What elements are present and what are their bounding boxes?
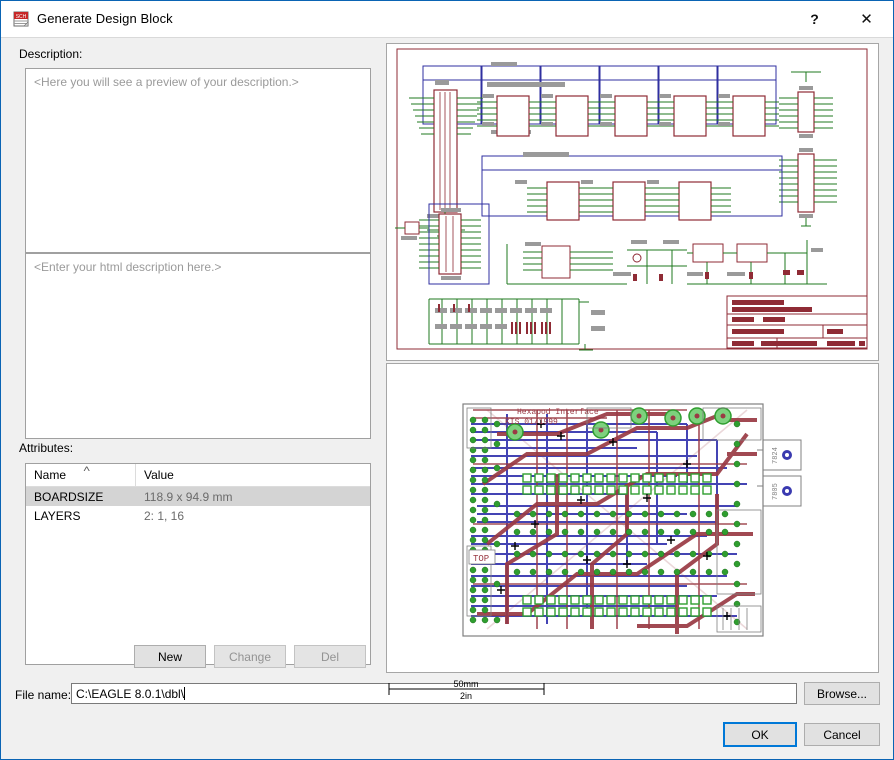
- attribute-value: 2: 1, 16: [136, 509, 370, 523]
- change-attribute-button[interactable]: Change: [214, 645, 286, 668]
- schematic-preview: [386, 43, 879, 361]
- sch-document-icon: SCH: [13, 11, 30, 28]
- column-header-name[interactable]: Name ˄: [26, 464, 136, 486]
- column-header-name-label: Name: [34, 468, 66, 482]
- attribute-name: LAYERS: [26, 509, 136, 523]
- new-attribute-button[interactable]: New: [134, 645, 206, 668]
- svg-text:SCH: SCH: [16, 14, 27, 20]
- browse-button[interactable]: Browse...: [804, 682, 880, 705]
- attribute-value: 118.9 x 94.9 mm: [136, 490, 370, 504]
- attributes-label: Attributes:: [19, 441, 73, 455]
- board-silk-revision: KIS 01/1999: [505, 418, 558, 427]
- sort-ascending-icon: ˄: [83, 464, 90, 474]
- column-header-value[interactable]: Value: [136, 464, 370, 486]
- dialog-client-area: Description: <Here you will see a previe…: [1, 38, 893, 759]
- attributes-table[interactable]: Name ˄ Value BOARDSIZE 118.9 x 94.9 mm L…: [25, 463, 371, 665]
- text-caret: [184, 687, 185, 700]
- table-row[interactable]: LAYERS 2: 1, 16: [26, 506, 370, 525]
- close-button[interactable]: ✕: [844, 1, 889, 37]
- board-silk-top-marker: TOP: [473, 554, 489, 564]
- schematic-drawing: [387, 44, 878, 360]
- attribute-name: BOARDSIZE: [26, 490, 136, 504]
- column-header-value-label: Value: [144, 468, 174, 482]
- board-scale-bar: 50mm 2in: [386, 675, 586, 701]
- cancel-button[interactable]: Cancel: [804, 723, 880, 746]
- help-button[interactable]: ?: [792, 1, 837, 37]
- generate-design-block-dialog: SCH Generate Design Block ? ✕ Descriptio…: [0, 0, 894, 760]
- description-preview-placeholder: <Here you will see a preview of your des…: [26, 69, 370, 95]
- file-name-value: C:\EAGLE 8.0.1\dbl\: [76, 687, 184, 701]
- table-row[interactable]: BOARDSIZE 118.9 x 94.9 mm: [26, 487, 370, 506]
- board-preview: 7824 7805: [386, 363, 879, 673]
- board-scale-in: 2in: [460, 691, 472, 701]
- description-html-input[interactable]: <Enter your html description here.>: [25, 253, 371, 439]
- file-name-label: File name:: [15, 688, 71, 702]
- description-preview-box[interactable]: <Here you will see a preview of your des…: [25, 68, 371, 253]
- description-label: Description:: [19, 47, 82, 61]
- regulator-b-label: 7805: [772, 483, 780, 500]
- description-html-placeholder: <Enter your html description here.>: [26, 254, 370, 280]
- regulator-a-label: 7824: [772, 447, 780, 464]
- board-drawing: 7824 7805: [387, 364, 878, 672]
- title-bar: SCH Generate Design Block ? ✕: [1, 1, 893, 38]
- table-header-row: Name ˄ Value: [26, 464, 370, 487]
- ok-button[interactable]: OK: [723, 722, 797, 747]
- del-attribute-button[interactable]: Del: [294, 645, 366, 668]
- board-scale-mm: 50mm: [453, 679, 478, 689]
- board-silk-title: Hexapod Interface: [517, 408, 599, 417]
- window-title: Generate Design Block: [37, 11, 173, 26]
